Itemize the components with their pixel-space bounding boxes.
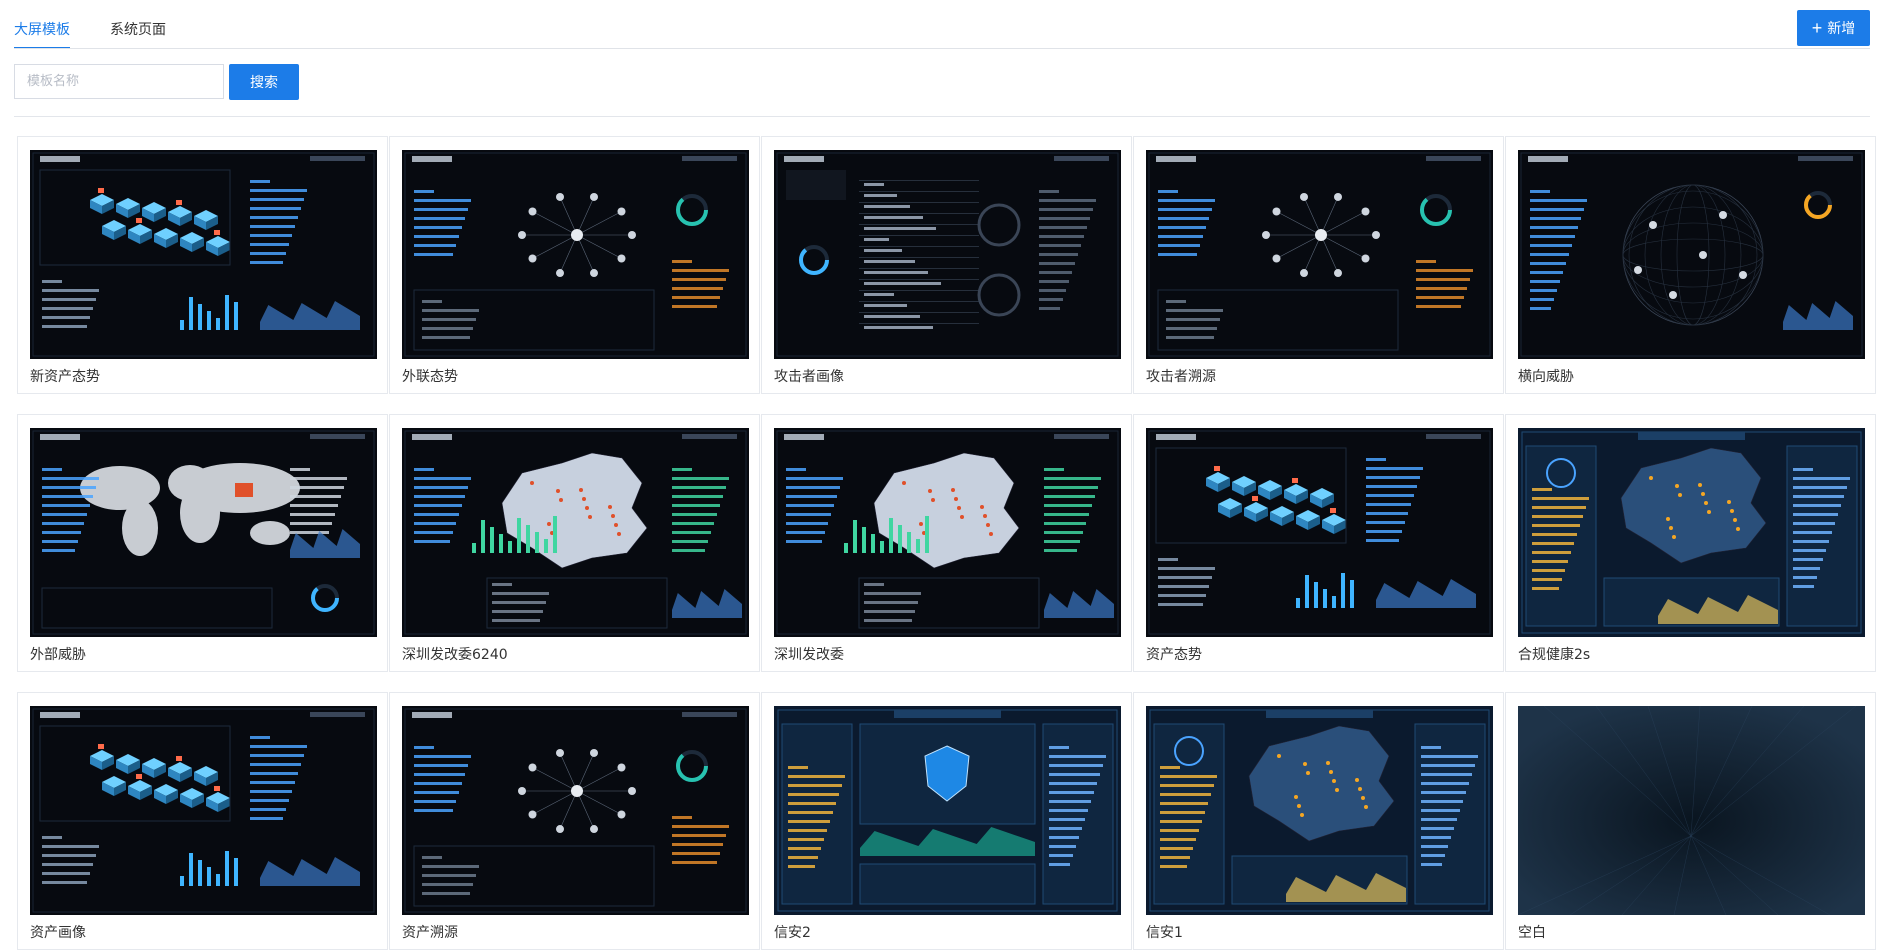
- template-thumbnail[interactable]: [1518, 150, 1865, 359]
- plus-icon: +: [1811, 18, 1823, 38]
- add-button[interactable]: + 新增: [1797, 10, 1870, 46]
- template-thumbnail[interactable]: [1146, 428, 1493, 637]
- template-name: 横向威胁: [1518, 369, 1574, 385]
- template-name: 合规健康2s: [1518, 647, 1591, 663]
- dashboard-preview-image: [402, 150, 749, 359]
- template-thumbnail[interactable]: [30, 428, 377, 637]
- dashboard-preview-image: [1518, 428, 1865, 637]
- template-thumbnail[interactable]: [402, 706, 749, 915]
- template-card[interactable]: 资产画像: [17, 692, 388, 950]
- search-divider: [14, 116, 1870, 117]
- dashboard-preview-image: [30, 706, 377, 915]
- template-name: 外部威胁: [30, 647, 86, 663]
- dashboard-preview-image: [1146, 706, 1493, 915]
- template-thumbnail[interactable]: [1146, 150, 1493, 359]
- dashboard-preview-image: [402, 706, 749, 915]
- dashboard-preview-image: [1518, 150, 1865, 359]
- template-card[interactable]: 深圳发改委: [761, 414, 1132, 672]
- template-card[interactable]: 攻击者溯源: [1133, 136, 1504, 394]
- template-thumbnail[interactable]: [774, 150, 1121, 359]
- template-thumbnail[interactable]: [30, 706, 377, 915]
- template-name: 空白: [1518, 925, 1546, 941]
- template-name: 新资产态势: [30, 369, 100, 385]
- template-thumbnail[interactable]: [402, 150, 749, 359]
- template-thumbnail[interactable]: [402, 428, 749, 637]
- template-card[interactable]: 空白: [1505, 692, 1876, 950]
- template-card[interactable]: 信安2: [761, 692, 1132, 950]
- template-card[interactable]: 资产溯源: [389, 692, 760, 950]
- template-name-input[interactable]: [14, 64, 224, 99]
- template-card[interactable]: 横向威胁: [1505, 136, 1876, 394]
- template-card[interactable]: 合规健康2s: [1505, 414, 1876, 672]
- template-card[interactable]: 新资产态势: [17, 136, 388, 394]
- template-name: 外联态势: [402, 369, 458, 385]
- template-name: 资产溯源: [402, 925, 458, 941]
- template-thumbnail[interactable]: [774, 428, 1121, 637]
- template-grid: 新资产态势 外联态势 攻击者画像 攻击者溯源 横向威胁外部威胁 深圳发改委6240 深圳发改…: [17, 136, 1876, 950]
- add-button-label: 新增: [1827, 20, 1856, 36]
- template-thumbnail[interactable]: [1518, 428, 1865, 637]
- template-name: 资产画像: [30, 925, 86, 941]
- dashboard-preview-image: [774, 428, 1121, 637]
- tab-divider: [14, 48, 1870, 49]
- template-thumbnail[interactable]: [774, 706, 1121, 915]
- template-name: 资产态势: [1146, 647, 1202, 663]
- template-thumbnail[interactable]: [1146, 706, 1493, 915]
- template-card[interactable]: 攻击者画像: [761, 136, 1132, 394]
- template-thumbnail[interactable]: [1518, 706, 1865, 915]
- template-name: 深圳发改委: [774, 647, 844, 663]
- template-name: 信安2: [774, 925, 811, 941]
- tab-system-pages[interactable]: 系统页面: [110, 0, 166, 49]
- tab-screen-templates[interactable]: 大屏模板: [14, 0, 70, 49]
- dashboard-preview-image: [1146, 150, 1493, 359]
- template-card[interactable]: 信安1: [1133, 692, 1504, 950]
- dashboard-preview-image: [30, 428, 377, 637]
- search-bar: 搜索: [14, 64, 299, 100]
- template-name: 攻击者画像: [774, 369, 844, 385]
- tab-bar: 大屏模板 系统页面: [14, 0, 206, 49]
- template-name: 攻击者溯源: [1146, 369, 1216, 385]
- template-name: 信安1: [1146, 925, 1183, 941]
- template-card[interactable]: 外联态势: [389, 136, 760, 394]
- dashboard-preview-image: [1518, 706, 1865, 915]
- search-button[interactable]: 搜索: [229, 64, 299, 100]
- dashboard-preview-image: [774, 150, 1121, 359]
- dashboard-preview-image: [30, 150, 377, 359]
- template-thumbnail[interactable]: [30, 150, 377, 359]
- dashboard-preview-image: [402, 428, 749, 637]
- template-name: 深圳发改委6240: [402, 647, 508, 663]
- dashboard-preview-image: [774, 706, 1121, 915]
- template-card[interactable]: 资产态势: [1133, 414, 1504, 672]
- template-card[interactable]: 外部威胁: [17, 414, 388, 672]
- dashboard-preview-image: [1146, 428, 1493, 637]
- template-card[interactable]: 深圳发改委6240: [389, 414, 760, 672]
